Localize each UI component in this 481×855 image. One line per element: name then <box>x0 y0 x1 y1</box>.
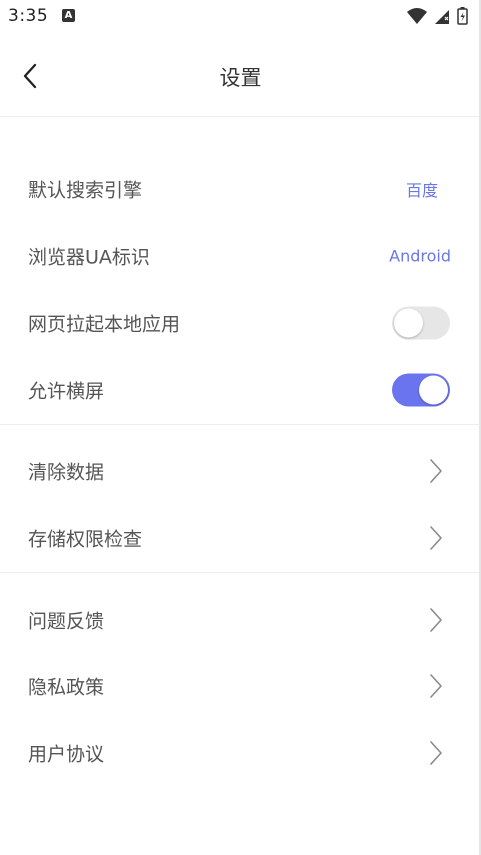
user-agent-label: 浏览器UA标识 <box>28 246 150 269</box>
user-agreement-row[interactable]: 用户协议 <box>0 720 481 786</box>
search-engine-row[interactable]: 默认搜索引擎 百度 <box>0 156 481 222</box>
settings-screen: 3:35 A 设置 默认搜索引擎 百度 浏览器UA标识 Android 网页拉起… <box>0 0 481 855</box>
toggle-knob <box>394 308 423 338</box>
feedback-label: 问题反馈 <box>28 610 105 633</box>
allow-landscape-label: 允许横屏 <box>28 380 105 403</box>
cellular-signal-icon <box>435 10 449 24</box>
status-time: 3:35 <box>8 6 49 26</box>
user-agreement-label: 用户协议 <box>28 743 105 766</box>
chevron-right-icon <box>430 674 442 698</box>
open-native-apps-label: 网页拉起本地应用 <box>28 313 181 336</box>
chevron-right-icon <box>430 741 442 765</box>
allow-landscape-toggle[interactable] <box>392 373 450 407</box>
toggle-knob <box>419 375 448 405</box>
section-divider <box>0 572 481 573</box>
status-icons <box>405 6 475 26</box>
privacy-policy-row[interactable]: 隐私政策 <box>0 653 481 719</box>
open-native-apps-row: 网页拉起本地应用 <box>0 290 481 356</box>
storage-permission-label: 存储权限检查 <box>28 528 143 551</box>
search-engine-value: 百度 <box>405 181 438 200</box>
storage-permission-row[interactable]: 存储权限检查 <box>0 505 481 571</box>
privacy-policy-label: 隐私政策 <box>28 676 105 699</box>
user-agent-value: Android <box>389 246 451 266</box>
chevron-right-icon <box>430 608 442 632</box>
open-native-apps-toggle[interactable] <box>392 306 450 340</box>
allow-landscape-row: 允许横屏 <box>0 357 481 423</box>
chevron-right-icon <box>430 459 442 483</box>
clear-data-row[interactable]: 清除数据 <box>0 438 481 504</box>
header-bar: 设置 <box>0 34 481 117</box>
page-title: 设置 <box>219 66 262 90</box>
search-engine-label: 默认搜索引擎 <box>28 179 143 202</box>
section-divider <box>0 424 481 425</box>
status-bar: 3:35 A <box>0 0 481 34</box>
feedback-row[interactable]: 问题反馈 <box>0 587 481 653</box>
clear-data-label: 清除数据 <box>28 461 105 484</box>
user-agent-row[interactable]: 浏览器UA标识 Android <box>0 223 481 289</box>
battery-charging-icon <box>457 7 468 25</box>
wifi-icon <box>407 8 427 24</box>
notification-a-icon: A <box>62 9 75 22</box>
chevron-right-icon <box>430 526 442 550</box>
